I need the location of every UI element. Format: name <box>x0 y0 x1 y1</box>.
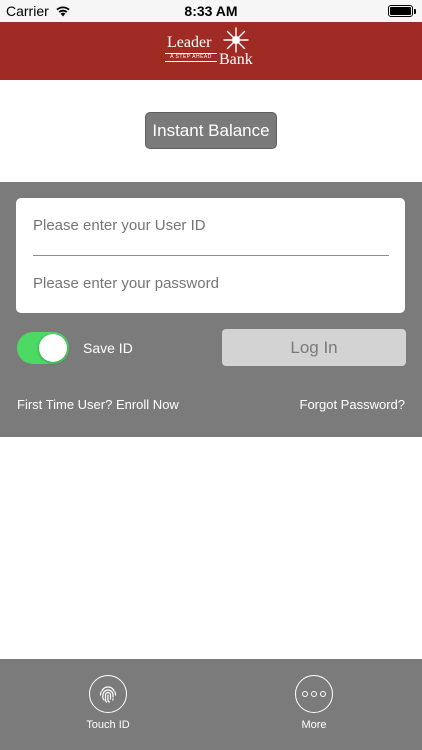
app-header: Leader A STEP AHEAD Bank <box>0 22 422 80</box>
tab-more[interactable]: More <box>269 675 359 731</box>
forgot-password-link[interactable]: Forgot Password? <box>300 397 406 412</box>
log-in-button[interactable]: Log In <box>222 329 406 366</box>
tab-label-touch-id: Touch ID <box>86 719 130 731</box>
app-screen: Carrier 8:33 AM Leader A STEP AHEAD Bank… <box>0 0 422 750</box>
logo-tagline: A STEP AHEAD <box>165 53 217 62</box>
status-time: 8:33 AM <box>184 3 238 19</box>
fingerprint-icon <box>89 675 127 713</box>
tab-touch-id[interactable]: Touch ID <box>63 675 153 731</box>
logo-text-bank: Bank <box>219 51 253 68</box>
more-dots-icon <box>295 675 333 713</box>
enroll-link[interactable]: First Time User? Enroll Now <box>17 397 179 412</box>
battery-fill <box>390 7 411 15</box>
battery-icon <box>388 5 416 17</box>
password-input[interactable] <box>33 264 389 304</box>
status-bar: Carrier 8:33 AM <box>0 0 422 22</box>
instant-balance-area: Instant Balance <box>0 80 422 182</box>
save-id-toggle[interactable] <box>17 332 69 364</box>
user-id-input[interactable] <box>33 206 389 246</box>
logo-text-leader: Leader <box>167 34 212 51</box>
leader-bank-logo: Leader A STEP AHEAD Bank <box>165 27 257 71</box>
toggle-knob <box>39 334 67 362</box>
credentials-card <box>16 198 405 313</box>
login-panel: Save ID Log In First Time User? Enroll N… <box>0 182 422 437</box>
star-icon <box>223 27 249 53</box>
tab-label-more: More <box>301 719 327 731</box>
bottom-tab-bar: Touch ID More <box>0 659 422 750</box>
field-divider <box>33 255 389 256</box>
save-id-label: Save ID <box>83 340 133 356</box>
instant-balance-button[interactable]: Instant Balance <box>145 112 277 149</box>
